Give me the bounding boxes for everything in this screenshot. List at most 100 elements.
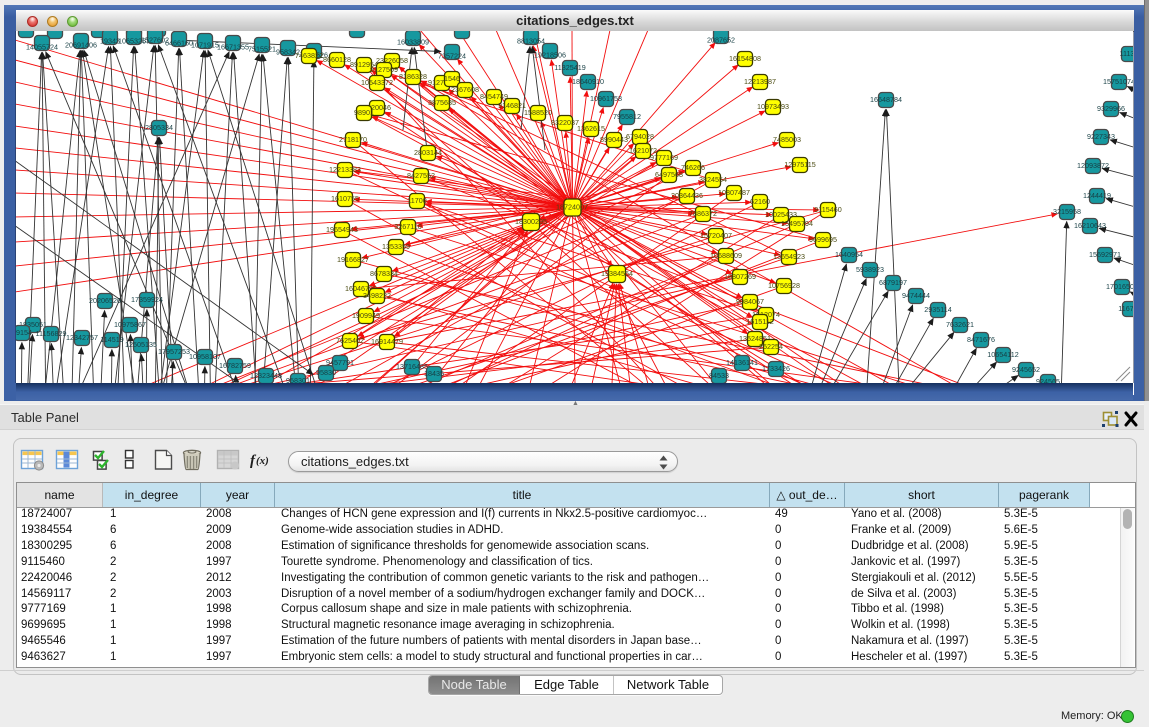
- svg-text:11700: 11700: [407, 196, 426, 205]
- svg-text:7515521: 7515521: [248, 45, 276, 54]
- svg-text:1071915: 1071915: [191, 41, 219, 50]
- svg-text:15720407: 15720407: [700, 231, 732, 240]
- svg-text:9474444: 9474444: [902, 291, 930, 300]
- svg-text:1909949: 1909949: [352, 311, 380, 320]
- svg-text:9115460: 9115460: [814, 205, 841, 214]
- svg-text:7632621: 7632621: [946, 320, 974, 329]
- svg-text:2087652: 2087652: [707, 36, 735, 45]
- svg-text:16210643: 16210643: [1074, 221, 1106, 230]
- svg-text:10958107: 10958107: [189, 352, 221, 361]
- svg-text:3215958: 3215958: [1053, 207, 1081, 216]
- svg-text:9329966: 9329966: [1097, 104, 1125, 113]
- svg-text:19654943: 19654943: [326, 225, 358, 234]
- svg-text:39154: 39154: [16, 328, 32, 337]
- svg-text:7463822: 7463822: [295, 51, 323, 60]
- svg-text:12213383: 12213383: [329, 165, 361, 174]
- svg-text:9245652: 9245652: [1012, 365, 1040, 374]
- svg-text:6497568: 6497568: [655, 170, 683, 179]
- svg-text:2718170: 2718170: [339, 135, 367, 144]
- svg-text:14055724: 14055724: [26, 43, 58, 52]
- svg-text:19384554: 19384554: [601, 269, 633, 278]
- svg-text:84533: 84533: [709, 371, 729, 380]
- svg-text:9084067: 9084067: [736, 297, 764, 306]
- svg-text:98901: 98901: [354, 108, 374, 117]
- svg-text:8427552: 8427552: [407, 171, 435, 180]
- svg-text:12323448: 12323448: [250, 371, 282, 380]
- svg-text:17359924: 17359924: [131, 295, 163, 304]
- svg-text:746266: 746266: [681, 163, 705, 172]
- svg-text:7886372: 7886372: [689, 209, 717, 218]
- svg-text:2935114: 2935114: [924, 305, 951, 314]
- svg-text:2805334: 2805334: [145, 123, 173, 132]
- svg-text:2367608: 2367608: [451, 85, 479, 94]
- svg-text:7625402: 7625402: [336, 336, 364, 345]
- svg-text:958301: 958301: [286, 376, 310, 383]
- svg-text:6466160: 6466160: [165, 39, 193, 48]
- svg-text:12342757: 12342757: [66, 333, 98, 342]
- svg-text:8322037: 8322037: [551, 118, 579, 127]
- svg-text:15495794: 15495794: [781, 219, 813, 228]
- svg-text:8660128: 8660128: [323, 55, 351, 64]
- svg-text:8678334: 8678334: [370, 269, 398, 278]
- svg-text:19166827: 19166827: [337, 255, 369, 264]
- svg-text:9699695: 9699695: [809, 235, 837, 244]
- svg-text:7955812: 7955812: [613, 112, 641, 121]
- svg-text:10688609: 10688609: [710, 251, 742, 260]
- svg-text:14136141: 14136141: [726, 358, 758, 367]
- svg-text:19343: 19343: [100, 37, 120, 46]
- svg-text:3267110: 3267110: [394, 222, 421, 231]
- svg-text:20206526: 20206526: [89, 296, 121, 305]
- svg-text:8990443: 8990443: [600, 135, 628, 144]
- svg-text:9777169: 9777169: [650, 153, 678, 162]
- svg-text:1546: 1546: [444, 74, 460, 83]
- svg-text:116753: 116753: [1118, 304, 1133, 313]
- svg-text:20364436: 20364436: [671, 191, 703, 200]
- svg-text:17016504: 17016504: [1106, 282, 1133, 291]
- svg-text:18640910: 18640910: [572, 77, 604, 86]
- svg-text:9127509: 9127509: [370, 65, 398, 74]
- svg-text:17957253: 17957253: [158, 347, 190, 356]
- svg-text:16648784: 16648784: [870, 95, 902, 104]
- svg-text:10973493: 10973493: [757, 102, 789, 111]
- svg-text:1615112: 1615112: [746, 317, 773, 326]
- svg-text:1610755: 1610755: [331, 194, 359, 203]
- svg-text:3498222: 3498222: [363, 291, 391, 300]
- svg-text:(x): (x): [256, 455, 269, 467]
- svg-text:1733426: 1733426: [762, 364, 790, 373]
- svg-text:10975867: 10975867: [114, 320, 146, 329]
- svg-text:10961758: 10961758: [590, 94, 622, 103]
- svg-text:1362615: 1362615: [577, 124, 605, 133]
- svg-text:16671355: 16671355: [217, 43, 249, 52]
- svg-text:12505135: 12505135: [125, 340, 157, 349]
- svg-text:12975115: 12975115: [784, 160, 815, 169]
- svg-text:13654923: 13654923: [773, 252, 805, 261]
- svg-text:3875685: 3875685: [428, 98, 456, 107]
- svg-text:10654112: 10654112: [987, 350, 1018, 359]
- svg-text:18724007: 18724007: [556, 203, 588, 212]
- svg-text:7357224: 7357224: [438, 52, 466, 61]
- svg-text:1244419: 1244419: [1083, 191, 1111, 200]
- svg-text:8813054: 8813054: [517, 37, 545, 46]
- svg-text:3824554: 3824554: [699, 175, 727, 184]
- svg-text:18807269: 18807269: [724, 272, 756, 281]
- svg-text:5938923: 5938923: [856, 265, 884, 274]
- svg-text:16033809: 16033809: [397, 38, 429, 47]
- svg-text:18435: 18435: [424, 369, 444, 378]
- svg-text:252254: 252254: [759, 342, 783, 351]
- svg-text:11325419: 11325419: [554, 63, 585, 72]
- svg-text:16154808: 16154808: [729, 54, 761, 63]
- svg-text:11156829: 11156829: [36, 329, 67, 338]
- svg-text:1640954: 1640954: [835, 250, 863, 259]
- svg-text:6794028: 6794028: [626, 132, 654, 141]
- svg-text:16782759: 16782759: [219, 361, 251, 370]
- svg-text:1588520: 1588520: [524, 108, 552, 117]
- svg-text:1353359: 1353359: [382, 242, 410, 251]
- svg-text:10807487: 10807487: [718, 188, 750, 197]
- svg-text:12213987: 12213987: [744, 77, 776, 86]
- svg-text:20691406: 20691406: [65, 41, 97, 50]
- svg-text:11134: 11134: [1120, 49, 1133, 58]
- svg-text:6879197: 6879197: [879, 278, 907, 287]
- svg-text:8186328: 8186328: [399, 72, 427, 81]
- svg-text:9227343: 9227343: [1087, 132, 1115, 141]
- svg-text:7485003: 7485003: [773, 135, 801, 144]
